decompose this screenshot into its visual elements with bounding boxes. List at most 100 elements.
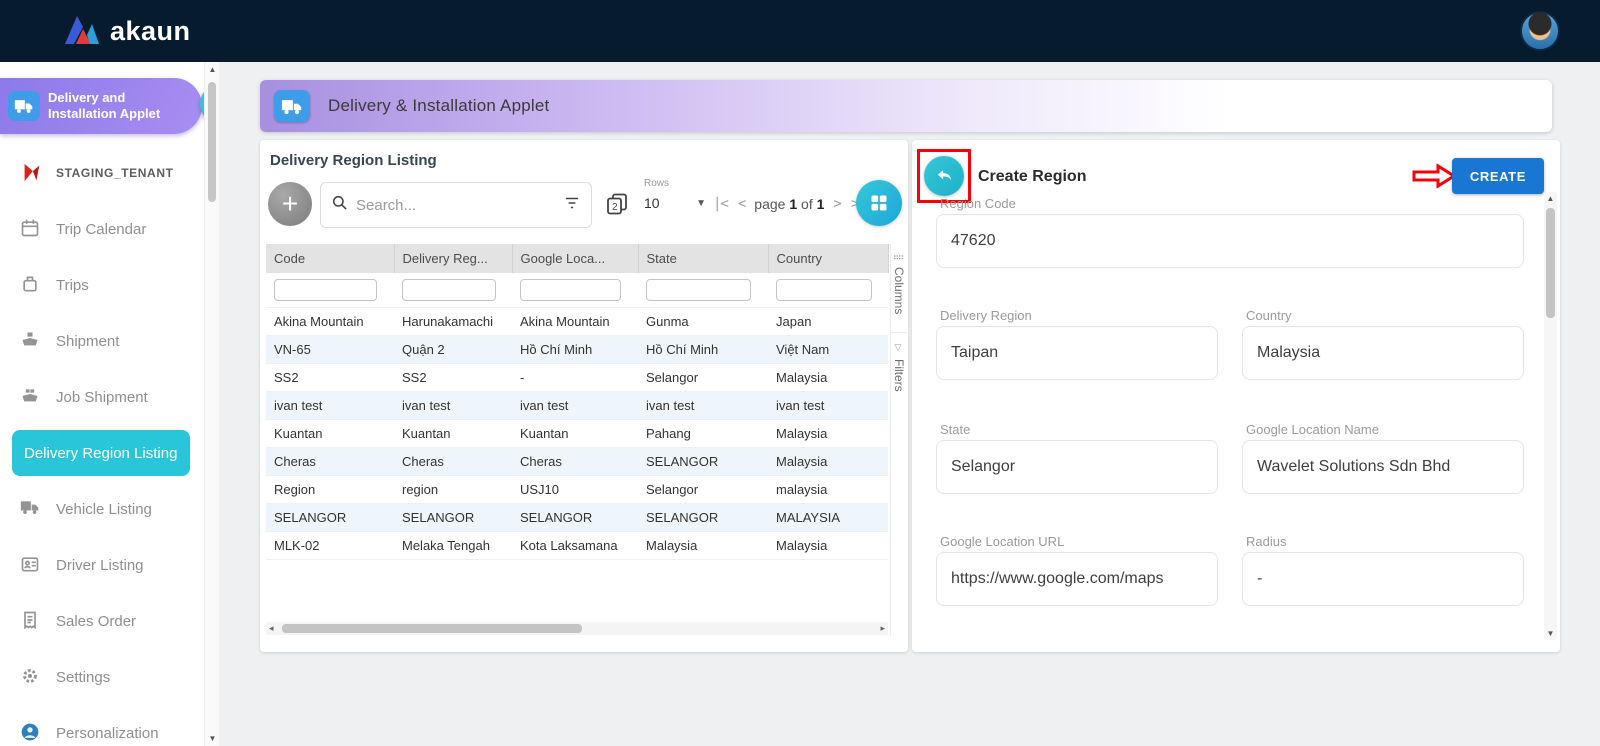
country-label: Country (1246, 308, 1292, 323)
create-panel-scrollbar[interactable]: ▲ ▼ (1544, 192, 1557, 640)
column-filter-input-google-location[interactable] (520, 279, 621, 301)
table-row[interactable]: SS2SS2-SelangorMalaysia (266, 364, 888, 392)
pagination: |< < page 1 of 1 > >| (712, 196, 867, 212)
state-field[interactable]: Selangor (936, 440, 1218, 494)
table-cell: Harunakamachi (394, 308, 512, 336)
first-page-button[interactable]: |< (712, 196, 729, 212)
table-cell: Selangor (638, 476, 768, 504)
column-header-country[interactable]: Country (768, 244, 888, 273)
filters-tab[interactable]: ▽ Filters (891, 332, 907, 402)
sidebar-item-settings[interactable]: Settings (0, 654, 204, 700)
table-cell: Malaysia (768, 532, 888, 560)
scroll-right-icon[interactable]: ▸ (880, 623, 885, 634)
table-cell: Cheras (394, 448, 512, 476)
table-cell: Melaka Tengah (394, 532, 512, 560)
delivery-region-field[interactable]: Taipan (936, 326, 1218, 380)
app-root: akaun Delivery and Installation Applet (0, 0, 1600, 746)
sidebar-item-tenant[interactable]: STAGING_TENANT (0, 150, 204, 196)
wrench-truck-icon (8, 91, 40, 121)
scroll-up-icon[interactable]: ▲ (205, 65, 220, 74)
table-side-tabs: ⣿ Columns ▽ Filters (890, 244, 908, 636)
column-header-state[interactable]: State (638, 244, 768, 273)
sidebar-item-trips[interactable]: Trips (0, 262, 204, 308)
grid-view-button[interactable] (856, 180, 902, 226)
table-row[interactable]: Akina MountainHarunakamachiAkina Mountai… (266, 308, 888, 336)
table-row[interactable]: ivan testivan testivan testivan testivan… (266, 392, 888, 420)
scroll-up-icon[interactable]: ▲ (1544, 194, 1557, 203)
sidebar-item-job-shipment[interactable]: Job Shipment (0, 374, 204, 420)
applet-header[interactable]: Delivery and Installation Applet (0, 78, 202, 134)
search-icon (331, 194, 348, 216)
table-horizontal-scrollbar[interactable]: ◂ ▸ (266, 622, 888, 635)
back-button[interactable] (924, 156, 964, 196)
google-location-name-field[interactable]: Wavelet Solutions Sdn Bhd (1242, 440, 1524, 494)
table-cell: Cheras (266, 448, 394, 476)
table-cell: region (394, 476, 512, 504)
table-cell: USJ10 (512, 476, 638, 504)
prev-page-button[interactable]: < (737, 196, 746, 212)
sidebar-item-delivery-region-listing[interactable]: Delivery Region Listing (12, 430, 190, 476)
scroll-down-icon[interactable]: ▼ (205, 734, 220, 743)
create-button[interactable]: CREATE (1452, 158, 1544, 194)
country-field[interactable]: Malaysia (1242, 326, 1524, 380)
table-cell: Malaysia (768, 420, 888, 448)
user-avatar[interactable] (1520, 11, 1560, 51)
sidebar-item-sales-order[interactable]: Sales Order (0, 598, 204, 644)
table-row[interactable]: RegionregionUSJ10Selangormalaysia (266, 476, 888, 504)
column-header-google-location[interactable]: Google Loca... (512, 244, 638, 273)
region-code-field[interactable]: 47620 (936, 214, 1524, 268)
table-cell: Việt Nam (768, 336, 888, 364)
scrollbar-thumb[interactable] (208, 82, 216, 202)
table-row[interactable]: VN-65Quận 2Hồ Chí MinhHồ Chí MinhViệt Na… (266, 336, 888, 364)
rows-per-page-select[interactable]: Rows 10 ▼ (644, 178, 706, 211)
search-box (320, 182, 592, 228)
next-page-button[interactable]: > (832, 196, 841, 212)
table-row[interactable]: SELANGORSELANGORSELANGORSELANGORMALAYSIA (266, 504, 888, 532)
table-cell: Kuantan (512, 420, 638, 448)
sidebar-item-personalization[interactable]: Personalization (0, 710, 204, 746)
column-header-delivery-region[interactable]: Delivery Reg... (394, 244, 512, 273)
google-location-url-field[interactable]: https://www.google.com/maps (936, 552, 1218, 606)
sidebar-item-vehicle-listing[interactable]: Vehicle Listing (0, 486, 204, 532)
scroll-left-icon[interactable]: ◂ (269, 623, 274, 634)
table-cell: Malaysia (768, 364, 888, 392)
table-cell: Gunma (638, 308, 768, 336)
search-input[interactable] (356, 197, 555, 214)
svg-text:2: 2 (612, 202, 618, 213)
table-cell: Kuantan (266, 420, 394, 448)
sidebar-item-trip-calendar[interactable]: Trip Calendar (0, 206, 204, 252)
table-cell: ivan test (768, 392, 888, 420)
duplicate-pages-icon[interactable]: 2 (604, 192, 630, 218)
scroll-down-icon[interactable]: ▼ (1544, 629, 1557, 638)
table-cell: MALAYSIA (768, 504, 888, 532)
table-cell: ivan test (638, 392, 768, 420)
table-cell: Malaysia (638, 532, 768, 560)
rows-per-page-value: 10 (644, 195, 660, 211)
scrollbar-thumb[interactable] (1546, 208, 1555, 318)
columns-tab[interactable]: ⣿ Columns (891, 244, 907, 324)
truck-icon (20, 498, 42, 520)
filter-lines-icon[interactable] (563, 194, 581, 217)
table-cell: Cheras (512, 448, 638, 476)
table-row[interactable]: MLK-02Melaka TengahKota LaksamanaMalaysi… (266, 532, 888, 560)
sidebar-scrollbar[interactable]: ▲ ▼ (204, 62, 219, 746)
sidebar-item-shipment[interactable]: Shipment (0, 318, 204, 364)
column-header-code[interactable]: Code (266, 244, 394, 273)
table-row[interactable]: KuantanKuantanKuantanPahangMalaysia (266, 420, 888, 448)
column-filter-input-state[interactable] (646, 279, 751, 301)
column-filter-input-delivery-region[interactable] (402, 279, 496, 301)
table-cell: Pahang (638, 420, 768, 448)
region-table: Code Delivery Reg... Google Loca... Stat… (266, 244, 888, 560)
chevron-down-icon: ▼ (696, 198, 706, 209)
sidebar-item-driver-listing[interactable]: Driver Listing (0, 542, 204, 588)
scrollbar-thumb[interactable] (282, 624, 582, 633)
add-region-button[interactable]: + (268, 182, 312, 226)
column-filter-input-code[interactable] (274, 279, 377, 301)
column-filter-input-country[interactable] (776, 279, 872, 301)
radius-field[interactable]: - (1242, 552, 1524, 606)
create-region-panel: Create Region CREATE Region Code 47620 D… (912, 140, 1560, 652)
applet-banner: Delivery & Installation Applet (260, 80, 1552, 132)
table-row[interactable]: CherasCherasCherasSELANGORMalaysia (266, 448, 888, 476)
briefcase-icon (20, 274, 42, 296)
table-cell: Malaysia (768, 448, 888, 476)
